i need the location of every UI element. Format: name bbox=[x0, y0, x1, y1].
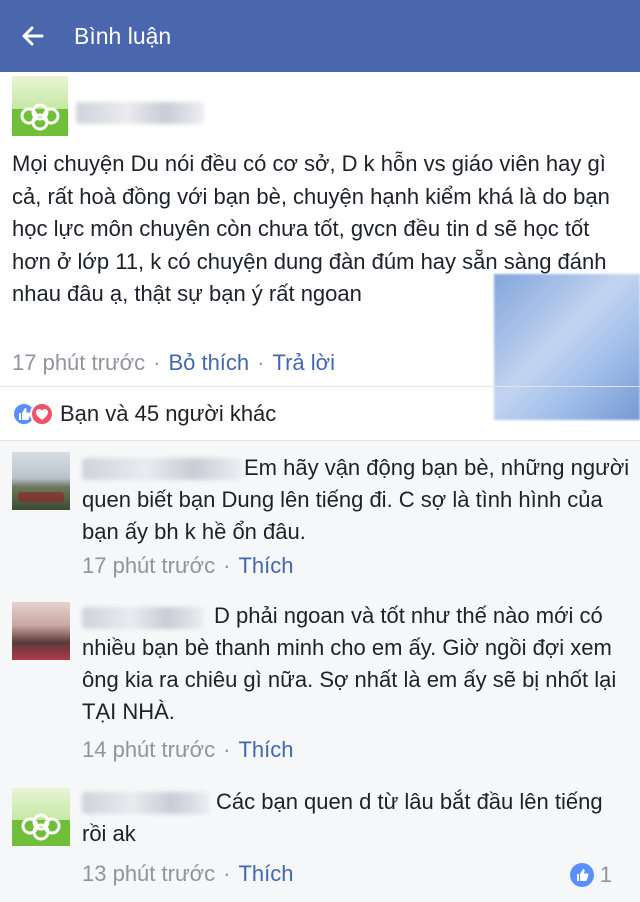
post-timestamp: 17 phút trước bbox=[12, 350, 146, 375]
comment-like-count[interactable]: 1 bbox=[569, 862, 612, 888]
love-icon bbox=[30, 402, 54, 426]
comment-meta-row: 14 phút trước · Thích bbox=[82, 737, 293, 763]
back-button[interactable] bbox=[0, 0, 66, 72]
comment-text: Em hãy vận động bạn bè, những người quen… bbox=[82, 455, 630, 544]
comment-timestamp: 13 phút trước bbox=[82, 861, 216, 886]
meta-separator: · bbox=[223, 737, 231, 762]
flower-logo-icon bbox=[20, 103, 60, 131]
comment-avatar[interactable] bbox=[12, 602, 70, 660]
comment-like-button[interactable]: Thích bbox=[238, 861, 293, 886]
comment-avatar[interactable] bbox=[12, 452, 70, 510]
comment-meta-row: 13 phút trước · Thích bbox=[82, 861, 293, 887]
arrow-left-icon bbox=[22, 26, 44, 46]
top-app-bar: Bình luận bbox=[0, 0, 640, 72]
meta-separator: · bbox=[257, 350, 265, 375]
meta-separator: · bbox=[223, 861, 231, 886]
like-icon bbox=[569, 863, 594, 887]
comment-avatar[interactable] bbox=[12, 788, 70, 846]
post-author-name-redacted[interactable] bbox=[76, 102, 204, 124]
divider bbox=[0, 386, 640, 387]
comment-text: D phải ngoan và tốt như thế nào mới có n… bbox=[82, 603, 617, 724]
reply-button[interactable]: Trả lời bbox=[272, 350, 335, 375]
unlike-button[interactable]: Bỏ thích bbox=[168, 350, 249, 375]
reactions-summary[interactable]: Bạn và 45 người khác bbox=[0, 388, 640, 440]
post-author-avatar[interactable] bbox=[12, 76, 68, 136]
meta-separator: · bbox=[223, 553, 231, 578]
comment-like-button[interactable]: Thích bbox=[238, 737, 293, 762]
reactions-count-text: Bạn và 45 người khác bbox=[60, 401, 277, 426]
comment-text: Các bạn quen d từ lâu bắt đầu lên tiếng … bbox=[82, 789, 603, 846]
comment-meta-row: 17 phút trước · Thích bbox=[82, 553, 293, 579]
meta-separator: · bbox=[153, 350, 161, 375]
like-count-value: 1 bbox=[599, 862, 612, 887]
comment-timestamp: 17 phút trước bbox=[82, 553, 216, 578]
post-meta-row: 17 phút trước · Bỏ thích · Trả lời bbox=[12, 350, 335, 376]
flower-logo-icon bbox=[21, 813, 61, 841]
comment-like-button[interactable]: Thích bbox=[238, 553, 293, 578]
page-title: Bình luận bbox=[74, 22, 172, 49]
comment-timestamp: 14 phút trước bbox=[82, 737, 216, 762]
